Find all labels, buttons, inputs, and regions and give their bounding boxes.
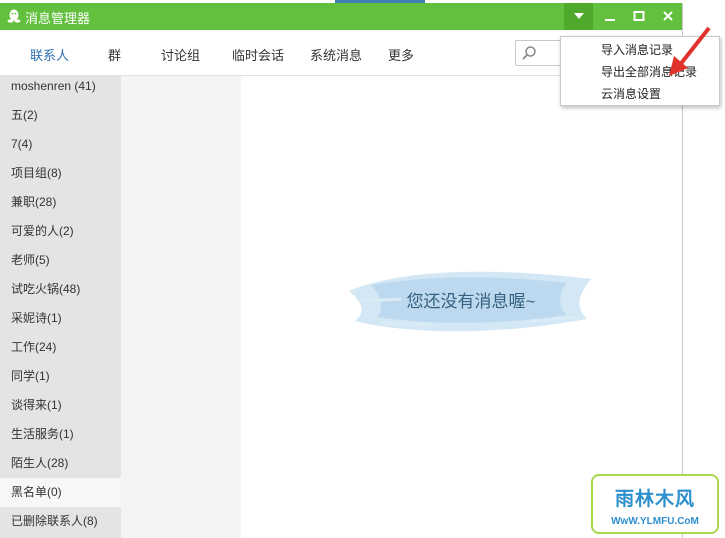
tab-contacts[interactable]: 联系人 bbox=[30, 45, 69, 64]
list-item[interactable]: 试吃火锅(48) bbox=[0, 275, 121, 304]
list-item[interactable]: 同学(1) bbox=[0, 362, 121, 391]
dropdown-arrow-icon bbox=[573, 13, 584, 19]
watermark-url: WwW.YLMFU.CoM bbox=[611, 516, 699, 527]
list-item[interactable]: 五(2) bbox=[0, 101, 121, 130]
watermark-logo: 雨林木风 WwW.YLMFU.CoM bbox=[591, 474, 719, 534]
message-view: 您还没有消息喔~ bbox=[241, 76, 682, 538]
menu-dropdown-button[interactable] bbox=[564, 3, 593, 30]
list-item-selected[interactable]: 黑名单(0) bbox=[0, 478, 121, 507]
list-item[interactable]: 已删除联系人(8) bbox=[0, 507, 121, 536]
minimize-button[interactable] bbox=[595, 3, 624, 30]
window-title: 消息管理器 bbox=[25, 11, 91, 26]
search-icon bbox=[522, 46, 536, 60]
list-item[interactable]: 老师(5) bbox=[0, 246, 121, 275]
maximize-icon bbox=[633, 11, 644, 21]
list-item[interactable]: 工作(24) bbox=[0, 333, 121, 362]
list-item[interactable]: 陌生人(28) bbox=[0, 449, 121, 478]
list-item[interactable]: 谈得来(1) bbox=[0, 391, 121, 420]
empty-message: 您还没有消息喔~ bbox=[406, 292, 536, 311]
maximize-button[interactable] bbox=[624, 3, 653, 30]
list-item[interactable]: 采妮诗(1) bbox=[0, 304, 121, 333]
title-bar[interactable]: 消息管理器 bbox=[0, 3, 682, 30]
tab-more[interactable]: 更多 bbox=[388, 45, 414, 64]
contact-list-pane bbox=[121, 76, 241, 538]
tab-system-messages[interactable]: 系统消息 bbox=[310, 45, 362, 64]
qq-penguin-icon bbox=[6, 8, 22, 24]
tab-discussions[interactable]: 讨论组 bbox=[161, 45, 200, 64]
tab-groups[interactable]: 群 bbox=[108, 45, 121, 64]
list-item[interactable]: 生活服务(1) bbox=[0, 420, 121, 449]
tab-temp-chats[interactable]: 临时会话 bbox=[232, 45, 284, 64]
list-item[interactable]: 项目组(8) bbox=[0, 159, 121, 188]
menu-item-cloud-settings[interactable]: 云消息设置 bbox=[601, 85, 661, 102]
list-item[interactable]: moshenren (41) bbox=[0, 76, 121, 101]
menu-item-import[interactable]: 导入消息记录 bbox=[601, 41, 673, 58]
pointer-arrow-icon bbox=[669, 26, 711, 76]
watermark-title: 雨林木风 bbox=[614, 489, 695, 510]
contact-group-list: moshenren (41) 五(2) 7(4) 项目组(8) 兼职(28) 可… bbox=[0, 76, 121, 538]
empty-state: 您还没有消息喔~ bbox=[341, 261, 601, 341]
minimize-icon bbox=[604, 19, 615, 21]
list-item[interactable]: 7(4) bbox=[0, 130, 121, 159]
close-icon bbox=[662, 11, 673, 21]
list-item[interactable]: 可爱的人(2) bbox=[0, 217, 121, 246]
list-item[interactable]: 兼职(28) bbox=[0, 188, 121, 217]
